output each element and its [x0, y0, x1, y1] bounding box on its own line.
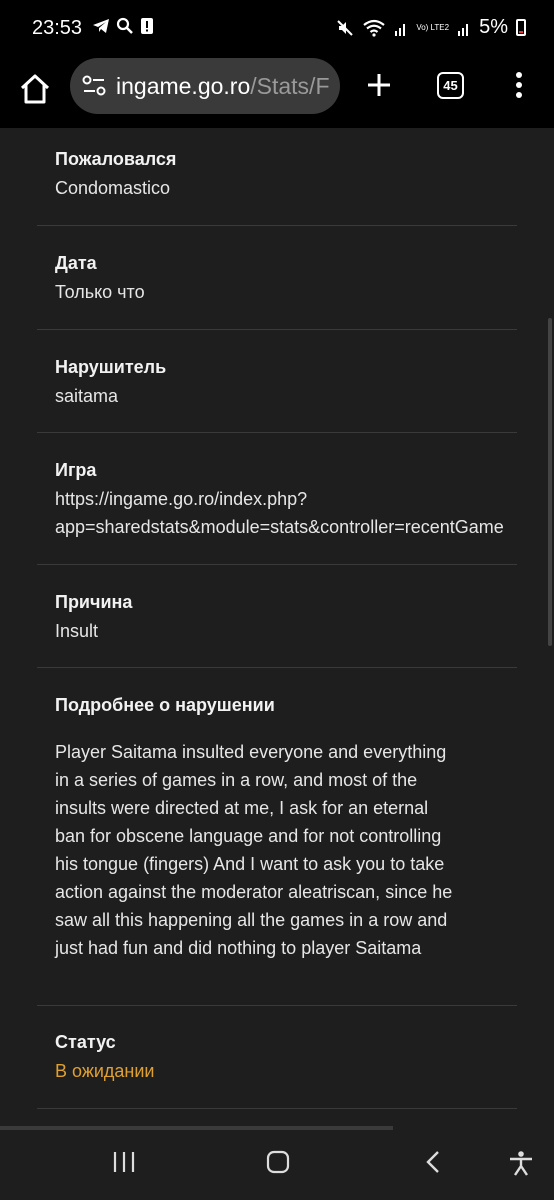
- divider: [37, 329, 517, 330]
- reason-field: Причина Insult: [55, 592, 132, 642]
- divider: [37, 432, 517, 433]
- plus-icon[interactable]: [364, 70, 394, 100]
- url-text: ingame.go.ro/Stats/F: [116, 73, 330, 100]
- url-host: ingame.go.ro: [116, 73, 251, 99]
- battery-percent: 5%: [479, 16, 508, 38]
- reporter-value: Condomastico: [55, 178, 171, 198]
- date-field: Дата Только что: [55, 253, 145, 303]
- game-field: Игра https://ingame.go.ro/index.php? app…: [55, 460, 504, 541]
- reporter-field: Пожаловался Condomastico: [55, 149, 176, 199]
- game-label: Игра: [55, 460, 97, 480]
- telegram-icon: [93, 19, 109, 33]
- home-icon[interactable]: [18, 72, 52, 106]
- offender-field: Нарушитель saitama: [55, 357, 166, 407]
- divider: [37, 564, 517, 565]
- wifi-icon: [363, 19, 386, 37]
- status-label: Статус: [55, 1032, 116, 1052]
- details-text: Player Saitama insulted everyone and eve…: [55, 742, 453, 958]
- address-bar[interactable]: ingame.go.ro/Stats/F: [70, 58, 340, 114]
- divider: [37, 1108, 517, 1109]
- accessibility-icon[interactable]: [508, 1150, 534, 1176]
- clock: 23:53: [32, 17, 83, 39]
- details-label: Подробнее о нарушении: [55, 695, 275, 715]
- menu-icon[interactable]: [509, 70, 529, 100]
- date-label: Дата: [55, 253, 97, 273]
- reason-label: Причина: [55, 592, 133, 612]
- reason-value: Insult: [55, 621, 99, 641]
- divider: [37, 1005, 517, 1006]
- system-nav-bar: [0, 1130, 554, 1200]
- divider: [37, 225, 517, 226]
- divider: [37, 667, 517, 668]
- status-bar: 23:53 Vo) LTE2 5%: [0, 0, 554, 58]
- alert-icon: [141, 18, 153, 34]
- game-link-line1[interactable]: https://ingame.go.ro/index.php?: [55, 485, 504, 513]
- scrollbar[interactable]: [548, 318, 552, 646]
- offender-value: saitama: [55, 386, 119, 406]
- battery-icon: [516, 19, 526, 36]
- signal-icon-2: [458, 23, 469, 36]
- status-value: В ожидании: [55, 1061, 155, 1081]
- network-label: Vo) LTE2: [416, 22, 450, 32]
- mute-icon: [337, 19, 354, 36]
- browser-toolbar: ingame.go.ro/Stats/F 45: [0, 58, 554, 128]
- status-field: Статус В ожидании: [55, 1032, 154, 1082]
- game-link[interactable]: https://ingame.go.ro/index.php? app=shar…: [55, 485, 504, 541]
- game-link-line2[interactable]: app=sharedstats&module=stats&controller=…: [55, 513, 504, 541]
- site-info-icon[interactable]: [82, 75, 106, 97]
- signal-icon: [395, 23, 406, 36]
- offender-label: Нарушитель: [55, 357, 167, 377]
- reporter-label: Пожаловался: [55, 149, 177, 169]
- details-field: Подробнее о нарушении Player Saitama ins…: [55, 695, 505, 962]
- tabs-icon[interactable]: 45: [437, 72, 464, 99]
- back-icon[interactable]: [424, 1150, 444, 1174]
- url-path: /Stats/F: [250, 73, 330, 99]
- date-value: Только что: [55, 282, 145, 302]
- home-nav-icon[interactable]: [266, 1150, 290, 1174]
- search-icon: [116, 17, 133, 34]
- recent-apps-icon[interactable]: [112, 1150, 136, 1174]
